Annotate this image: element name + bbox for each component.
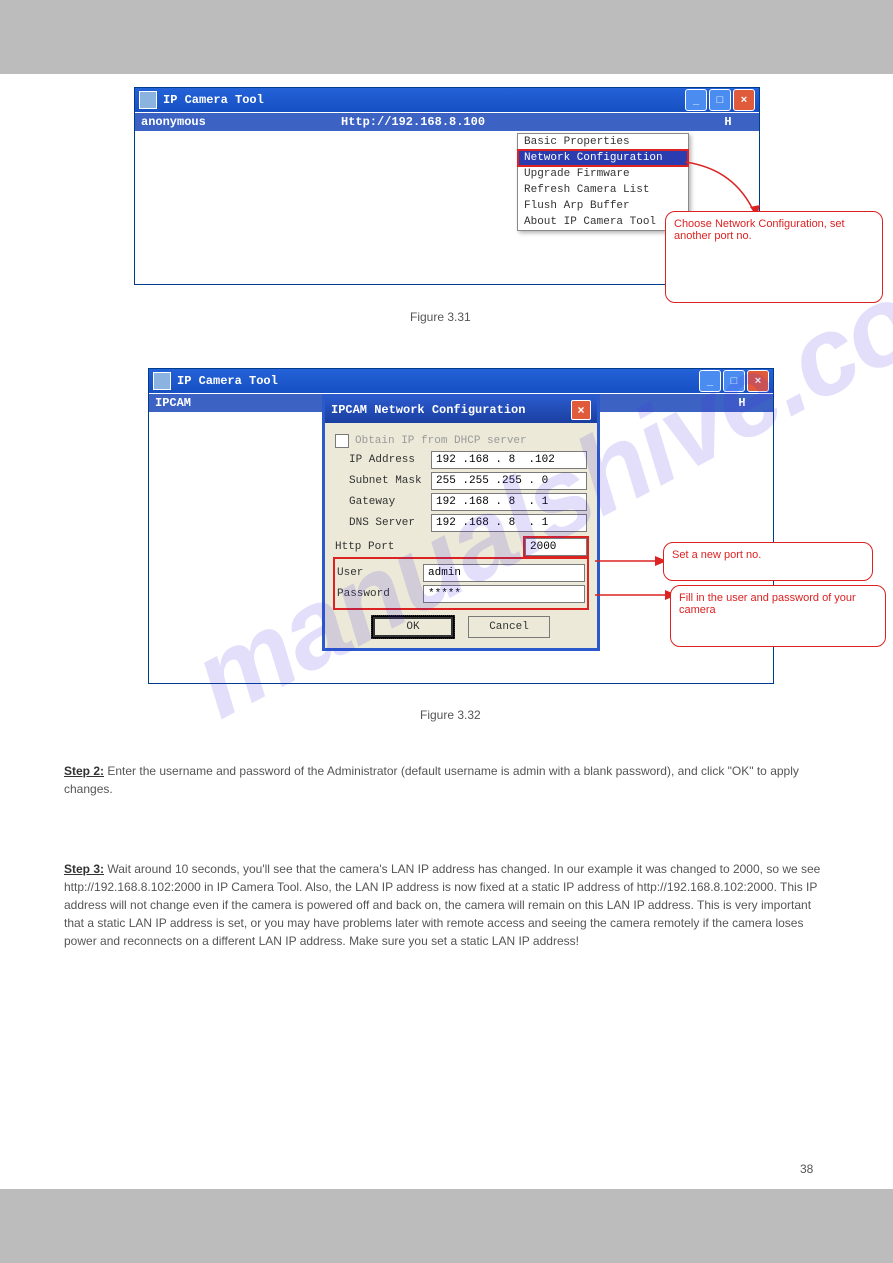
camera-col3: H	[703, 115, 753, 129]
menu-about-ip-camera-tool[interactable]: About IP Camera Tool	[518, 214, 688, 230]
subnet-input[interactable]	[431, 472, 587, 490]
gateway-input[interactable]	[431, 493, 587, 511]
callout-text: Set a new port no.	[672, 549, 761, 561]
password-label: Password	[337, 588, 423, 600]
app-icon	[153, 372, 171, 390]
port-label: Http Port	[335, 541, 421, 553]
close-button[interactable]: ×	[747, 370, 769, 392]
dialog-titlebar: IPCAM Network Configuration ×	[325, 397, 597, 423]
dialog-title: IPCAM Network Configuration	[331, 403, 525, 417]
step-2-paragraph: Step 2: Enter the username and password …	[64, 762, 832, 798]
ok-button[interactable]: OK	[372, 616, 454, 638]
page-top-margin	[0, 0, 893, 74]
gateway-label: Gateway	[349, 496, 431, 508]
dialog-close-button[interactable]: ×	[571, 400, 591, 420]
figure-label: Figure 3.31	[410, 310, 471, 324]
user-input[interactable]	[423, 564, 585, 582]
close-button[interactable]: ×	[733, 89, 755, 111]
callout-userpwd: Fill in the user and password of your ca…	[670, 585, 886, 647]
app-icon	[139, 91, 157, 109]
menu-flush-arp-buffer[interactable]: Flush Arp Buffer	[518, 198, 688, 214]
ip-input[interactable]	[431, 451, 587, 469]
callout-port: Set a new port no.	[663, 542, 873, 581]
step-3-head: Step 3:	[64, 862, 104, 876]
dhcp-label: Obtain IP from DHCP server	[355, 435, 527, 447]
step-2-body: Enter the username and password of the A…	[64, 764, 799, 796]
maximize-button[interactable]: □	[723, 370, 745, 392]
page-number: 38	[800, 1160, 813, 1178]
menu-network-configuration[interactable]: Network Configuration	[518, 150, 688, 166]
camera-name: anonymous	[141, 115, 341, 129]
callout-network-config: Choose Network Configuration, set anothe…	[665, 211, 883, 303]
titlebar-text: IP Camera Tool	[177, 374, 278, 388]
document-page: manualshive.com IP Camera Tool _ □ × ano…	[0, 74, 893, 1189]
minimize-button[interactable]: _	[685, 89, 707, 111]
dns-input[interactable]	[431, 514, 587, 532]
dns-label: DNS Server	[349, 517, 431, 529]
port-input[interactable]	[525, 538, 587, 556]
cancel-button[interactable]: Cancel	[468, 616, 550, 638]
titlebar-text: IP Camera Tool	[163, 93, 264, 107]
camera-url: Http://192.168.8.100	[341, 115, 703, 129]
menu-upgrade-firmware[interactable]: Upgrade Firmware	[518, 166, 688, 182]
step-3-body: Wait around 10 seconds, you'll see that …	[64, 862, 820, 948]
page-bottom-margin	[0, 1189, 893, 1263]
network-config-dialog: IPCAM Network Configuration × Obtain IP …	[322, 394, 600, 651]
menu-basic-properties[interactable]: Basic Properties	[518, 134, 688, 150]
user-label: User	[337, 567, 423, 579]
camera-col3: H	[717, 396, 767, 410]
callout-text: Choose Network Configuration, set anothe…	[674, 218, 845, 242]
context-menu: Basic Properties Network Configuration U…	[517, 133, 689, 231]
maximize-button[interactable]: □	[709, 89, 731, 111]
dhcp-checkbox[interactable]	[335, 434, 349, 448]
password-input[interactable]	[423, 585, 585, 603]
figure-label: Figure 3.32	[420, 708, 481, 722]
step-3-paragraph: Step 3: Wait around 10 seconds, you'll s…	[64, 860, 832, 950]
ip-label: IP Address	[349, 454, 431, 466]
step-2-head: Step 2:	[64, 764, 104, 778]
callout-text: Fill in the user and password of your ca…	[679, 592, 856, 616]
menu-refresh-camera-list[interactable]: Refresh Camera List	[518, 182, 688, 198]
subnet-label: Subnet Mask	[349, 475, 431, 487]
titlebar: IP Camera Tool _ □ ×	[135, 88, 759, 112]
minimize-button[interactable]: _	[699, 370, 721, 392]
titlebar: IP Camera Tool _ □ ×	[149, 369, 773, 393]
camera-list-row[interactable]: anonymous Http://192.168.8.100 H	[135, 112, 759, 131]
